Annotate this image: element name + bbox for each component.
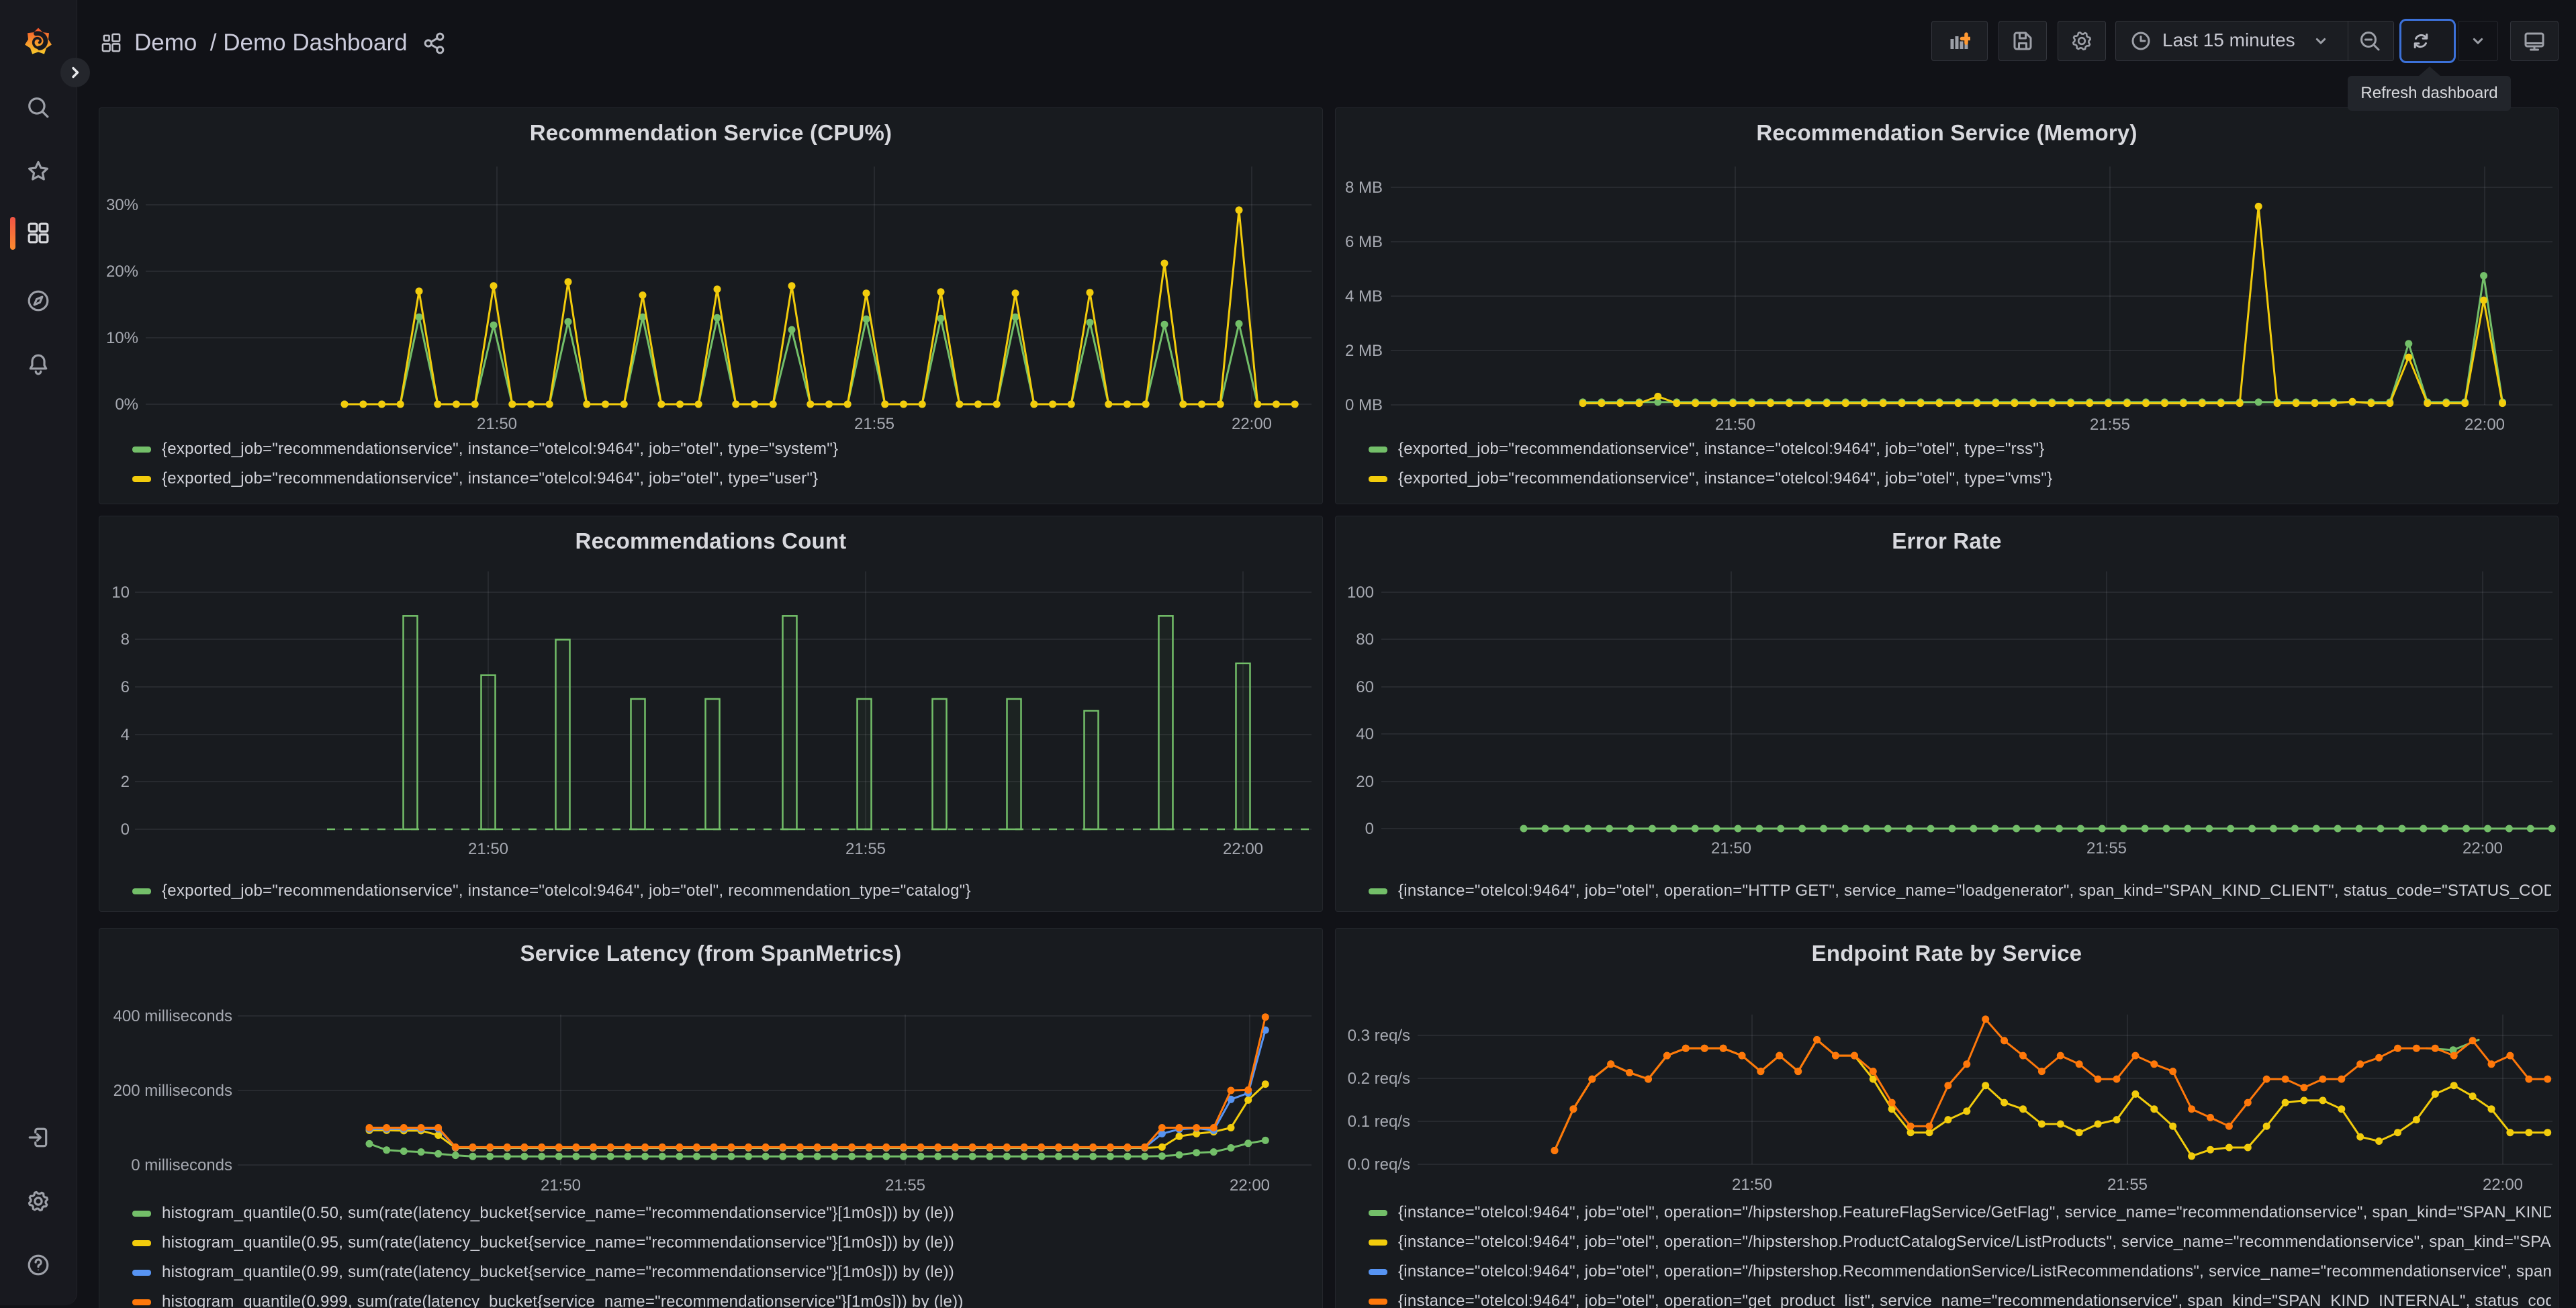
svg-text:0: 0	[121, 821, 130, 839]
svg-text:21:50: 21:50	[541, 1176, 581, 1195]
svg-text:0 milliseconds: 0 milliseconds	[131, 1156, 232, 1174]
svg-text:21:55: 21:55	[885, 1176, 925, 1195]
svg-text:20: 20	[1356, 773, 1374, 791]
svg-text:2: 2	[121, 773, 130, 791]
svg-text:4 MB: 4 MB	[1345, 287, 1383, 306]
svg-text:22:00: 22:00	[2465, 416, 2505, 434]
svg-text:40: 40	[1356, 725, 1374, 743]
svg-text:22:00: 22:00	[1230, 1176, 1270, 1195]
svg-text:22:00: 22:00	[1232, 415, 1272, 433]
svg-text:400 milliseconds: 400 milliseconds	[113, 1007, 232, 1025]
svg-text:60: 60	[1356, 678, 1374, 696]
svg-text:21:55: 21:55	[854, 415, 894, 433]
svg-text:2 MB: 2 MB	[1345, 342, 1383, 360]
svg-text:80: 80	[1356, 630, 1374, 649]
svg-text:21:50: 21:50	[468, 840, 508, 858]
svg-text:22:00: 22:00	[1223, 840, 1263, 858]
svg-text:30%: 30%	[106, 196, 138, 214]
svg-text:10: 10	[111, 583, 130, 602]
svg-text:8: 8	[121, 630, 130, 649]
svg-text:21:50: 21:50	[1715, 416, 1755, 434]
svg-text:21:55: 21:55	[845, 840, 886, 858]
svg-text:20%: 20%	[106, 263, 138, 281]
svg-text:0%: 0%	[115, 395, 138, 414]
svg-text:21:50: 21:50	[1732, 1176, 1772, 1194]
svg-text:10%: 10%	[106, 329, 138, 347]
svg-text:0.3 req/s: 0.3 req/s	[1348, 1027, 1410, 1045]
svg-text:0.2 req/s: 0.2 req/s	[1348, 1070, 1410, 1088]
svg-text:200 milliseconds: 200 milliseconds	[113, 1082, 232, 1100]
svg-text:21:55: 21:55	[2086, 839, 2127, 857]
svg-text:21:55: 21:55	[2107, 1176, 2148, 1194]
svg-text:22:00: 22:00	[2463, 839, 2503, 857]
svg-text:4: 4	[121, 726, 130, 744]
svg-text:22:00: 22:00	[2483, 1176, 2523, 1194]
svg-text:21:55: 21:55	[2090, 416, 2130, 434]
svg-text:21:50: 21:50	[1711, 839, 1751, 857]
svg-text:0 MB: 0 MB	[1345, 396, 1383, 414]
svg-text:0: 0	[1365, 820, 1374, 838]
svg-text:100: 100	[1347, 583, 1374, 602]
svg-text:0.1 req/s: 0.1 req/s	[1348, 1113, 1410, 1131]
svg-text:21:50: 21:50	[477, 415, 517, 433]
svg-text:8 MB: 8 MB	[1345, 179, 1383, 197]
svg-text:0.0 req/s: 0.0 req/s	[1348, 1156, 1410, 1174]
svg-text:6: 6	[121, 678, 130, 696]
svg-text:6 MB: 6 MB	[1345, 233, 1383, 251]
